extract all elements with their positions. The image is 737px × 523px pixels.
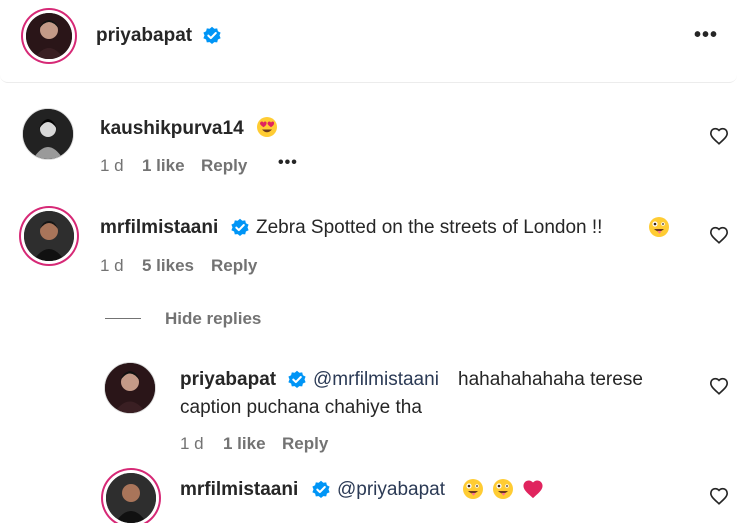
reply-username[interactable]: mrfilmistaani bbox=[180, 479, 298, 501]
replies-divider-line bbox=[105, 318, 141, 319]
reply-mention-link[interactable]: @priyabapat bbox=[337, 479, 445, 501]
comment-username[interactable]: mrfilmistaani bbox=[100, 217, 218, 239]
reply-item: priyabapat @mrfilmistaani hahahahahaha t… bbox=[0, 355, 737, 465]
verified-icon bbox=[287, 370, 307, 395]
reply-avatar[interactable] bbox=[104, 362, 156, 414]
comment-time: 1 d bbox=[100, 156, 124, 175]
reply-likes-link[interactable]: 1 like bbox=[223, 434, 266, 454]
reply-avatar[interactable] bbox=[106, 473, 156, 523]
comment-item: mrfilmistaani Zebra Spotted on the stree… bbox=[0, 200, 737, 290]
like-heart-icon[interactable] bbox=[709, 487, 729, 505]
reply-text-line2: caption puchana chahiye tha bbox=[180, 397, 422, 418]
comment-more-options-button[interactable]: ••• bbox=[278, 154, 298, 172]
verified-icon bbox=[230, 218, 250, 243]
reply-item: mrfilmistaani @priyabapat bbox=[0, 465, 737, 523]
commenter-avatar-image bbox=[24, 211, 74, 261]
hide-replies-label[interactable]: Hide replies bbox=[165, 309, 261, 328]
comment-likes[interactable]: 1 like bbox=[142, 156, 185, 175]
reply-username[interactable]: priyabapat bbox=[180, 369, 276, 391]
like-heart-icon[interactable] bbox=[709, 127, 729, 145]
commenter-avatar-image bbox=[23, 109, 73, 159]
comment-time: 1 d bbox=[100, 256, 124, 275]
comment-likes-link[interactable]: 5 likes bbox=[142, 256, 194, 276]
reply-button[interactable]: Reply bbox=[211, 256, 257, 276]
red-heart-emoji-icon bbox=[522, 479, 544, 504]
like-heart-icon[interactable] bbox=[709, 226, 729, 244]
reply-button[interactable]: Reply bbox=[282, 434, 328, 454]
comment-text: Zebra Spotted on the streets of London !… bbox=[256, 217, 603, 238]
author-username[interactable]: priyabapat bbox=[96, 25, 192, 47]
zany-face-emoji-icon bbox=[462, 478, 484, 505]
zany-face-emoji-icon bbox=[492, 478, 514, 505]
reply-time: 1 d bbox=[180, 434, 204, 453]
more-options-button[interactable]: ••• bbox=[694, 24, 718, 47]
reply-label[interactable]: Reply bbox=[211, 256, 257, 275]
reply-label[interactable]: Reply bbox=[201, 156, 247, 175]
post-header: priyabapat ••• bbox=[0, 0, 737, 83]
reply-likes[interactable]: 1 like bbox=[223, 434, 266, 453]
verified-icon bbox=[311, 480, 331, 505]
comment-username[interactable]: kaushikpurva14 bbox=[100, 118, 244, 140]
comment-likes[interactable]: 5 likes bbox=[142, 256, 194, 275]
author-avatar[interactable] bbox=[26, 13, 72, 59]
zany-face-emoji-icon bbox=[648, 216, 670, 243]
hide-replies-button[interactable]: Hide replies bbox=[165, 309, 261, 329]
reply-mention-link[interactable]: @mrfilmistaani bbox=[313, 369, 439, 391]
reply-text-line1: hahahahahaha terese bbox=[458, 369, 643, 390]
commenter-avatar[interactable] bbox=[24, 211, 74, 261]
like-heart-icon[interactable] bbox=[709, 377, 729, 395]
reply-avatar-image bbox=[106, 473, 156, 523]
verified-icon bbox=[202, 26, 222, 51]
commenter-avatar[interactable] bbox=[22, 108, 74, 160]
comment-item: kaushikpurva14 1 d 1 like Reply ••• bbox=[0, 100, 737, 180]
reply-button[interactable]: Reply bbox=[201, 156, 247, 176]
comment-likes-link[interactable]: 1 like bbox=[142, 156, 185, 176]
reply-avatar-image bbox=[105, 363, 155, 413]
heart-eyes-emoji-icon bbox=[256, 116, 278, 143]
author-avatar-image bbox=[26, 13, 72, 59]
reply-label[interactable]: Reply bbox=[282, 434, 328, 453]
